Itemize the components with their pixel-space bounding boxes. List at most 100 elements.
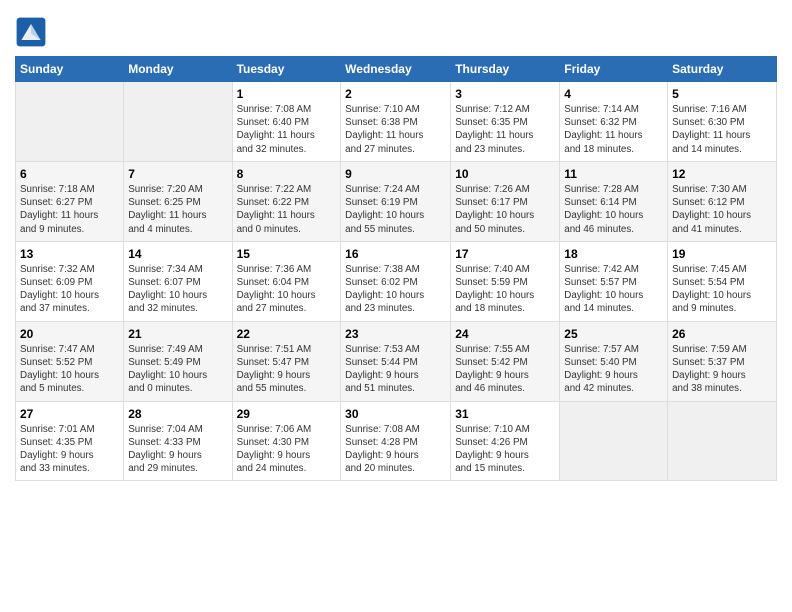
logo xyxy=(15,16,51,48)
day-info: Sunrise: 7:36 AM Sunset: 6:04 PM Dayligh… xyxy=(237,263,337,316)
day-number: 13 xyxy=(20,247,119,261)
calendar-cell: 3 Sunrise: 7:12 AM Sunset: 6:35 PM Daylig… xyxy=(451,82,560,162)
weekday-header-thursday: Thursday xyxy=(451,57,560,82)
day-number: 21 xyxy=(128,327,227,341)
day-number: 14 xyxy=(128,247,227,261)
week-row-3: 13 Sunrise: 7:32 AM Sunset: 6:09 PM Dayli… xyxy=(16,241,777,321)
calendar-cell: 2 Sunrise: 7:10 AM Sunset: 6:38 PM Daylig… xyxy=(341,82,451,162)
day-number: 7 xyxy=(128,167,227,181)
week-row-2: 6 Sunrise: 7:18 AM Sunset: 6:27 PM Daylig… xyxy=(16,161,777,241)
day-info: Sunrise: 7:22 AM Sunset: 6:22 PM Dayligh… xyxy=(237,183,337,236)
calendar-cell: 23 Sunrise: 7:53 AM Sunset: 5:44 PM Dayli… xyxy=(341,321,451,401)
day-info: Sunrise: 7:53 AM Sunset: 5:44 PM Dayligh… xyxy=(345,343,446,396)
day-number: 29 xyxy=(237,407,337,421)
day-number: 27 xyxy=(20,407,119,421)
day-number: 15 xyxy=(237,247,337,261)
calendar-cell: 20Sunrise: 7:47 AM Sunset: 5:52 PM Dayli… xyxy=(16,321,124,401)
day-info: Sunrise: 7:06 AM Sunset: 4:30 PM Dayligh… xyxy=(237,423,337,476)
day-number: 23 xyxy=(345,327,446,341)
week-row-4: 20Sunrise: 7:47 AM Sunset: 5:52 PM Dayli… xyxy=(16,321,777,401)
calendar-cell: 5Sunrise: 7:16 AM Sunset: 6:30 PM Daylig… xyxy=(668,82,777,162)
weekday-header-row: SundayMondayTuesdayWednesdayThursdayFrid… xyxy=(16,57,777,82)
calendar-cell: 9 Sunrise: 7:24 AM Sunset: 6:19 PM Daylig… xyxy=(341,161,451,241)
day-info: Sunrise: 7:10 AM Sunset: 4:26 PM Dayligh… xyxy=(455,423,555,476)
week-row-5: 27 Sunrise: 7:01 AM Sunset: 4:35 PM Dayli… xyxy=(16,401,777,481)
day-number: 6 xyxy=(20,167,119,181)
calendar-cell: 30 Sunrise: 7:08 AM Sunset: 4:28 PM Dayli… xyxy=(341,401,451,481)
day-info: Sunrise: 7:04 AM Sunset: 4:33 PM Dayligh… xyxy=(128,423,227,476)
day-number: 19 xyxy=(672,247,772,261)
calendar-cell: 19 Sunrise: 7:45 AM Sunset: 5:54 PM Dayli… xyxy=(668,241,777,321)
calendar-header: SundayMondayTuesdayWednesdayThursdayFrid… xyxy=(16,57,777,82)
day-info: Sunrise: 7:49 AM Sunset: 5:49 PM Dayligh… xyxy=(128,343,227,396)
day-info: Sunrise: 7:42 AM Sunset: 5:57 PM Dayligh… xyxy=(564,263,663,316)
weekday-header-tuesday: Tuesday xyxy=(232,57,341,82)
day-number: 9 xyxy=(345,167,446,181)
day-info: Sunrise: 7:26 AM Sunset: 6:17 PM Dayligh… xyxy=(455,183,555,236)
calendar-cell: 18 Sunrise: 7:42 AM Sunset: 5:57 PM Dayli… xyxy=(560,241,668,321)
day-number: 18 xyxy=(564,247,663,261)
day-number: 16 xyxy=(345,247,446,261)
day-info: Sunrise: 7:34 AM Sunset: 6:07 PM Dayligh… xyxy=(128,263,227,316)
weekday-header-friday: Friday xyxy=(560,57,668,82)
calendar-cell: 6 Sunrise: 7:18 AM Sunset: 6:27 PM Daylig… xyxy=(16,161,124,241)
weekday-header-saturday: Saturday xyxy=(668,57,777,82)
day-number: 25 xyxy=(564,327,663,341)
day-number: 12 xyxy=(672,167,772,181)
day-info: Sunrise: 7:24 AM Sunset: 6:19 PM Dayligh… xyxy=(345,183,446,236)
day-info: Sunrise: 7:18 AM Sunset: 6:27 PM Dayligh… xyxy=(20,183,119,236)
day-info: Sunrise: 7:32 AM Sunset: 6:09 PM Dayligh… xyxy=(20,263,119,316)
day-info: Sunrise: 7:30 AM Sunset: 6:12 PM Dayligh… xyxy=(672,183,772,236)
calendar-cell: 7 Sunrise: 7:20 AM Sunset: 6:25 PM Daylig… xyxy=(124,161,232,241)
day-number: 31 xyxy=(455,407,555,421)
day-info: Sunrise: 7:57 AM Sunset: 5:40 PM Dayligh… xyxy=(564,343,663,396)
day-info: Sunrise: 7:45 AM Sunset: 5:54 PM Dayligh… xyxy=(672,263,772,316)
day-info: Sunrise: 7:40 AM Sunset: 5:59 PM Dayligh… xyxy=(455,263,555,316)
calendar-cell: 22 Sunrise: 7:51 AM Sunset: 5:47 PM Dayli… xyxy=(232,321,341,401)
day-number: 3 xyxy=(455,87,555,101)
day-number: 8 xyxy=(237,167,337,181)
logo-icon xyxy=(15,16,47,48)
day-number: 1 xyxy=(237,87,337,101)
calendar-cell: 4Sunrise: 7:14 AM Sunset: 6:32 PM Daylig… xyxy=(560,82,668,162)
day-number: 11 xyxy=(564,167,663,181)
calendar-cell: 14 Sunrise: 7:34 AM Sunset: 6:07 PM Dayli… xyxy=(124,241,232,321)
day-number: 28 xyxy=(128,407,227,421)
calendar-cell: 25 Sunrise: 7:57 AM Sunset: 5:40 PM Dayli… xyxy=(560,321,668,401)
day-number: 22 xyxy=(237,327,337,341)
day-info: Sunrise: 7:16 AM Sunset: 6:30 PM Dayligh… xyxy=(672,103,772,156)
calendar-cell: 28 Sunrise: 7:04 AM Sunset: 4:33 PM Dayli… xyxy=(124,401,232,481)
day-info: Sunrise: 7:55 AM Sunset: 5:42 PM Dayligh… xyxy=(455,343,555,396)
calendar-cell: 10 Sunrise: 7:26 AM Sunset: 6:17 PM Dayli… xyxy=(451,161,560,241)
day-info: Sunrise: 7:08 AM Sunset: 4:28 PM Dayligh… xyxy=(345,423,446,476)
day-info: Sunrise: 7:12 AM Sunset: 6:35 PM Dayligh… xyxy=(455,103,555,156)
weekday-header-sunday: Sunday xyxy=(16,57,124,82)
day-number: 10 xyxy=(455,167,555,181)
weekday-header-monday: Monday xyxy=(124,57,232,82)
day-number: 20 xyxy=(20,327,119,341)
day-info: Sunrise: 7:59 AM Sunset: 5:37 PM Dayligh… xyxy=(672,343,772,396)
calendar-cell: 29 Sunrise: 7:06 AM Sunset: 4:30 PM Dayli… xyxy=(232,401,341,481)
calendar-cell: 16 Sunrise: 7:38 AM Sunset: 6:02 PM Dayli… xyxy=(341,241,451,321)
calendar-cell xyxy=(668,401,777,481)
day-info: Sunrise: 7:10 AM Sunset: 6:38 PM Dayligh… xyxy=(345,103,446,156)
day-info: Sunrise: 7:38 AM Sunset: 6:02 PM Dayligh… xyxy=(345,263,446,316)
page-header xyxy=(15,10,777,48)
calendar-cell: 27 Sunrise: 7:01 AM Sunset: 4:35 PM Dayli… xyxy=(16,401,124,481)
day-info: Sunrise: 7:08 AM Sunset: 6:40 PM Dayligh… xyxy=(237,103,337,156)
day-info: Sunrise: 7:20 AM Sunset: 6:25 PM Dayligh… xyxy=(128,183,227,236)
calendar-table: SundayMondayTuesdayWednesdayThursdayFrid… xyxy=(15,56,777,481)
day-info: Sunrise: 7:51 AM Sunset: 5:47 PM Dayligh… xyxy=(237,343,337,396)
calendar-cell xyxy=(560,401,668,481)
weekday-header-wednesday: Wednesday xyxy=(341,57,451,82)
day-info: Sunrise: 7:28 AM Sunset: 6:14 PM Dayligh… xyxy=(564,183,663,236)
day-number: 30 xyxy=(345,407,446,421)
day-number: 26 xyxy=(672,327,772,341)
calendar-cell: 26 Sunrise: 7:59 AM Sunset: 5:37 PM Dayli… xyxy=(668,321,777,401)
day-info: Sunrise: 7:01 AM Sunset: 4:35 PM Dayligh… xyxy=(20,423,119,476)
calendar-cell: 8 Sunrise: 7:22 AM Sunset: 6:22 PM Daylig… xyxy=(232,161,341,241)
day-number: 2 xyxy=(345,87,446,101)
day-number: 24 xyxy=(455,327,555,341)
day-number: 17 xyxy=(455,247,555,261)
week-row-1: 1 Sunrise: 7:08 AM Sunset: 6:40 PM Daylig… xyxy=(16,82,777,162)
